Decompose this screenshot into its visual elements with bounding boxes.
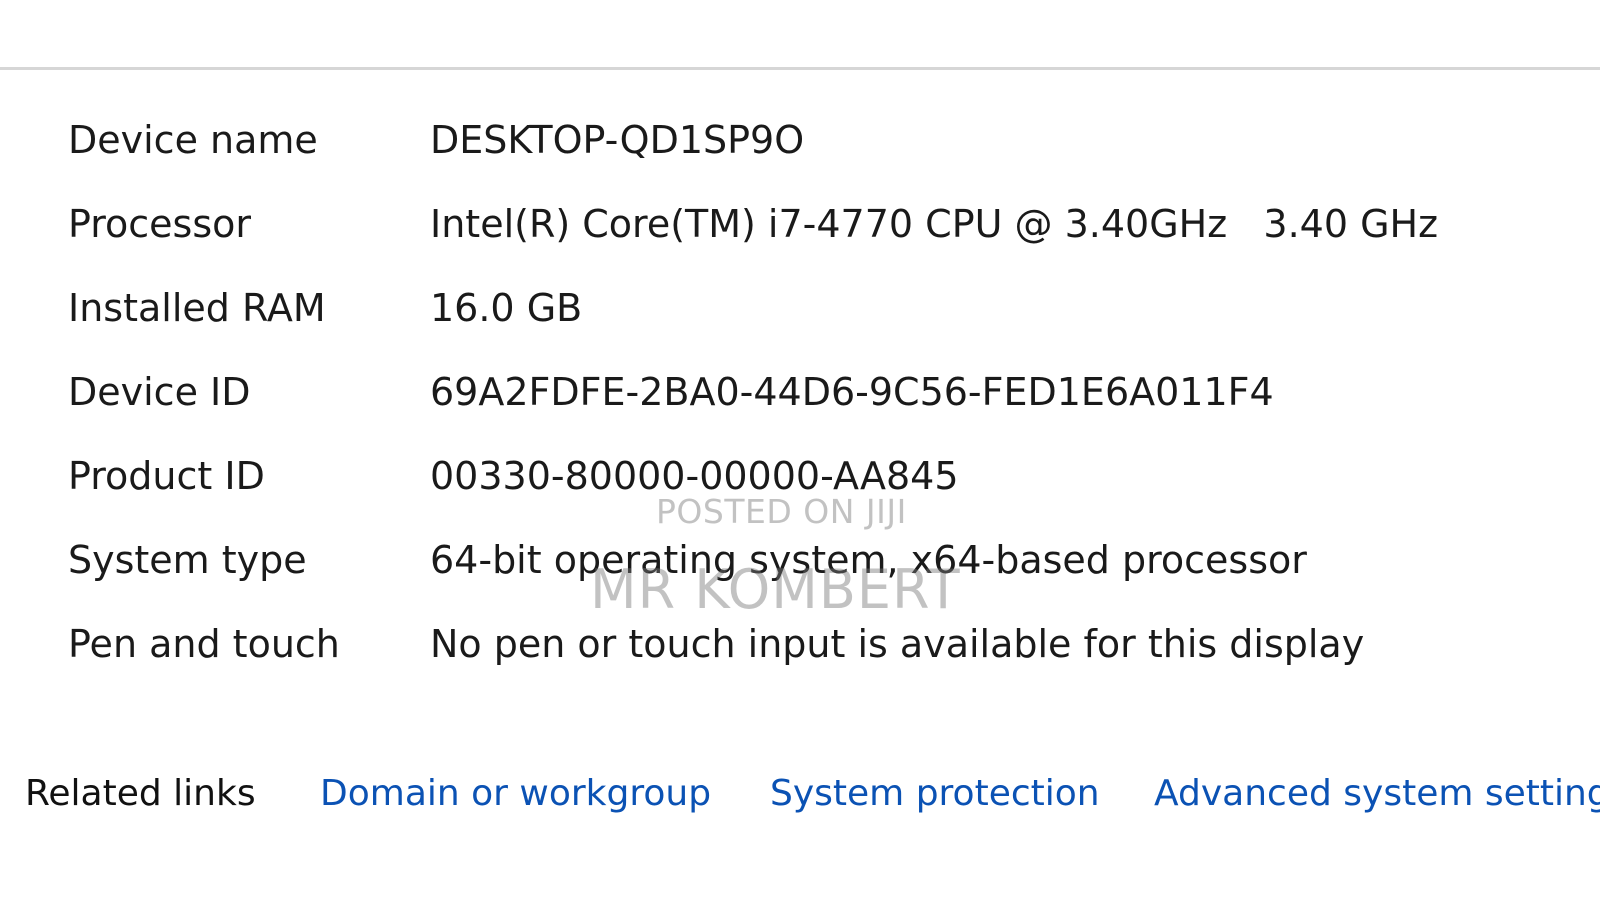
- spec-value: No pen or touch input is available for t…: [430, 622, 1365, 666]
- system-protection-link[interactable]: System protection: [770, 770, 1100, 818]
- top-divider: [0, 67, 1600, 70]
- spec-row-system-type: System type 64-bit operating system, x64…: [68, 532, 1568, 616]
- spec-label: Product ID: [68, 454, 265, 498]
- spec-value: 16.0 GB: [430, 286, 583, 330]
- related-links-title: Related links: [25, 773, 256, 814]
- related-links-bar: Related links Domain or workgroup System…: [25, 770, 1600, 820]
- spec-label: Device name: [68, 118, 318, 162]
- spec-row-device-name: Device name DESKTOP-QD1SP9O: [68, 112, 1568, 196]
- advanced-system-settings-link[interactable]: Advanced system settings: [1154, 770, 1600, 818]
- device-specifications: Device name DESKTOP-QD1SP9O Processor In…: [68, 112, 1568, 700]
- spec-label: Device ID: [68, 370, 251, 414]
- spec-label: Installed RAM: [68, 286, 326, 330]
- spec-label: System type: [68, 538, 307, 582]
- spec-value: 64-bit operating system, x64-based proce…: [430, 538, 1307, 582]
- spec-row-processor: Processor Intel(R) Core(TM) i7-4770 CPU …: [68, 196, 1568, 280]
- spec-row-device-id: Device ID 69A2FDFE-2BA0-44D6-9C56-FED1E6…: [68, 364, 1568, 448]
- spec-row-installed-ram: Installed RAM 16.0 GB: [68, 280, 1568, 364]
- spec-row-pen-and-touch: Pen and touch No pen or touch input is a…: [68, 616, 1568, 700]
- spec-row-product-id: Product ID 00330-80000-00000-AA845: [68, 448, 1568, 532]
- domain-or-workgroup-link[interactable]: Domain or workgroup: [320, 770, 711, 818]
- spec-value: DESKTOP-QD1SP9O: [430, 118, 805, 162]
- spec-label: Pen and touch: [68, 622, 340, 666]
- spec-value: 00330-80000-00000-AA845: [430, 454, 959, 498]
- spec-value: 69A2FDFE-2BA0-44D6-9C56-FED1E6A011F4: [430, 370, 1274, 414]
- spec-label: Processor: [68, 202, 252, 246]
- spec-value: Intel(R) Core(TM) i7-4770 CPU @ 3.40GHz …: [430, 202, 1439, 246]
